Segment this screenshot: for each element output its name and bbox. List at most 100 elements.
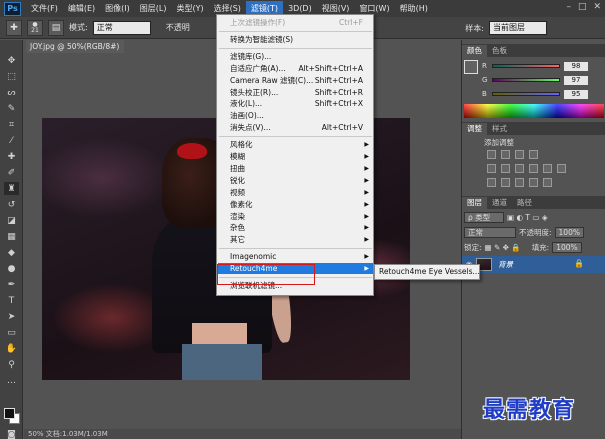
filter-menu-item[interactable]: 杂色 ▶ [218,222,373,233]
filter-menu-item[interactable]: Camera Raw 滤镜(C)... Shift+Ctrl+A [218,75,373,86]
brush-tool-icon[interactable]: ✐ [4,166,19,179]
red-slider[interactable]: R 98 [482,61,604,71]
filter-menu-item[interactable]: 扭曲 ▶ [218,163,373,174]
submenu-arrow-icon: ▶ [364,153,369,160]
tab-layers[interactable]: 图层 [462,197,487,209]
layer-name[interactable]: 背景 [498,259,513,270]
tab-paths[interactable]: 路径 [512,197,537,209]
blue-slider[interactable]: B 95 [482,89,604,99]
tab-adjustments[interactable]: 调整 [462,123,487,135]
sample-select[interactable]: 当前图层 [489,21,547,35]
filter-menu-item[interactable]: 转换为智能滤镜(S) [218,34,373,45]
healing-brush-tool-icon[interactable]: ✚ [4,150,19,163]
gradient-map-icon[interactable] [529,178,538,187]
adjust-panel-title: 添加调整 [484,138,514,147]
minimize-button[interactable]: – [566,2,571,12]
filter-menu-item[interactable]: 自适应广角(A)... Alt+Shift+Ctrl+A [218,63,373,74]
move-tool-icon[interactable]: ✥ [4,54,19,67]
maximize-button[interactable]: □ [578,2,587,12]
eraser-tool-icon[interactable]: ◪ [4,214,19,227]
green-slider-value[interactable]: 97 [564,75,588,85]
levels-icon[interactable] [501,150,510,159]
fill-input[interactable]: 100% [552,241,582,253]
document-tab[interactable]: JOY.jpg @ 50%(RGB/8#) [26,40,124,53]
curves-icon[interactable] [515,150,524,159]
path-select-tool-icon[interactable]: ➤ [4,310,19,323]
menu-edit[interactable]: 编辑(E) [63,1,100,16]
menu-help[interactable]: 帮助(H) [395,1,433,16]
filter-menu-item[interactable]: 镜头校正(R)... Shift+Ctrl+R [218,87,373,98]
type-tool-icon[interactable]: T [4,294,19,307]
selective-color-icon[interactable] [543,178,552,187]
blue-slider-track[interactable] [492,92,560,96]
tab-channels[interactable]: 通道 [487,197,512,209]
filter-menu-item[interactable]: 液化(L)... Shift+Ctrl+X [218,98,373,109]
dodge-tool-icon[interactable]: ● [4,262,19,275]
opacity-input[interactable]: 100% [554,226,584,238]
tool-preset-icon[interactable]: ✚ [6,19,22,36]
submenu-eye-vessels[interactable]: Retouch4me Eye Vessels... [379,267,480,276]
brightness-icon[interactable] [487,150,496,159]
filter-menu-item[interactable]: 像素化 ▶ [218,199,373,210]
zoom-tool-icon[interactable]: ⚲ [4,358,19,371]
vibrance-icon[interactable] [487,164,496,173]
filter-menu-item[interactable]: 其它 ▶ [218,234,373,245]
lock-icons[interactable]: ▦ ✎ ✥ 🔒 [485,243,521,252]
close-button[interactable]: ✕ [593,2,601,12]
foreground-color-swatch[interactable] [4,408,15,419]
shape-tool-icon[interactable]: ▭ [4,326,19,339]
filter-menu-item[interactable]: 锐化 ▶ [218,175,373,186]
filter-menu-item[interactable]: 视频 ▶ [218,187,373,198]
filter-menu-item[interactable]: Imagenomic ▶ [218,251,373,262]
hue-saturation-icon[interactable] [501,164,510,173]
pen-tool-icon[interactable]: ✒ [4,278,19,291]
blue-slider-value[interactable]: 95 [564,89,588,99]
eyedropper-tool-icon[interactable]: ⁄ [4,134,19,147]
menu-file[interactable]: 文件(F) [26,1,63,16]
posterize-icon[interactable] [501,178,510,187]
color-balance-icon[interactable] [515,164,524,173]
mode-select[interactable]: 正常 [92,20,151,35]
color-panel-swatch[interactable] [464,60,478,74]
black-white-icon[interactable] [529,164,538,173]
layer-row[interactable]: ◉ 背景 🔒 [462,256,605,273]
photo-filter-icon[interactable] [543,164,552,173]
menu-image[interactable]: 图像(I) [100,1,135,16]
hand-tool-icon[interactable]: ✋ [4,342,19,355]
crop-tool-icon[interactable]: ⌗ [4,118,19,131]
blend-mode-select[interactable]: 正常 [464,226,516,238]
filter-icons[interactable]: ▣ ◐ T ▭ ◈ [507,213,548,222]
red-slider-track[interactable] [492,64,560,68]
clone-stamp-tool-icon[interactable]: ♜ [4,182,19,195]
tab-styles[interactable]: 样式 [487,123,512,135]
exposure-icon[interactable] [529,150,538,159]
invert-icon[interactable] [487,178,496,187]
lasso-tool-icon[interactable]: ᔕ [4,86,19,99]
marquee-tool-icon[interactable]: ⬚ [4,70,19,83]
brush-size-picker[interactable]: ● 21 [27,19,43,36]
tab-color[interactable]: 颜色 [462,45,487,57]
menu-type[interactable]: 类型(Y) [171,1,208,16]
filter-menu-item[interactable]: 风格化 ▶ [218,139,373,150]
history-brush-tool-icon[interactable]: ↺ [4,198,19,211]
filter-menu-item[interactable]: 油画(O)... [218,110,373,121]
layer-kind-filter[interactable]: ρ 类型 [464,211,504,223]
quick-select-tool-icon[interactable]: ✎ [4,102,19,115]
color-spectrum[interactable] [464,104,604,118]
brush-panel-icon[interactable]: ▤ [48,19,64,36]
channel-mixer-icon[interactable] [557,164,566,173]
red-slider-value[interactable]: 98 [564,61,588,71]
filter-menu-item[interactable]: 模糊 ▶ [218,151,373,162]
filter-menu-item[interactable]: 滤镜库(G)... [218,51,373,62]
green-slider-track[interactable] [492,78,560,82]
filter-menu-item[interactable]: 消失点(V)... Alt+Ctrl+V [218,122,373,133]
green-slider[interactable]: G 97 [482,75,604,85]
filter-menu-item[interactable]: 渲染 ▶ [218,211,373,222]
more-tools-icon[interactable]: … [4,374,19,387]
gradient-tool-icon[interactable]: ▦ [4,230,19,243]
menu-layer[interactable]: 图层(L) [135,1,172,16]
quick-mask-icon[interactable]: ◙ [4,428,19,439]
threshold-icon[interactable] [515,178,524,187]
tab-swatches[interactable]: 色板 [487,45,512,57]
blur-tool-icon[interactable]: ◆ [4,246,19,259]
